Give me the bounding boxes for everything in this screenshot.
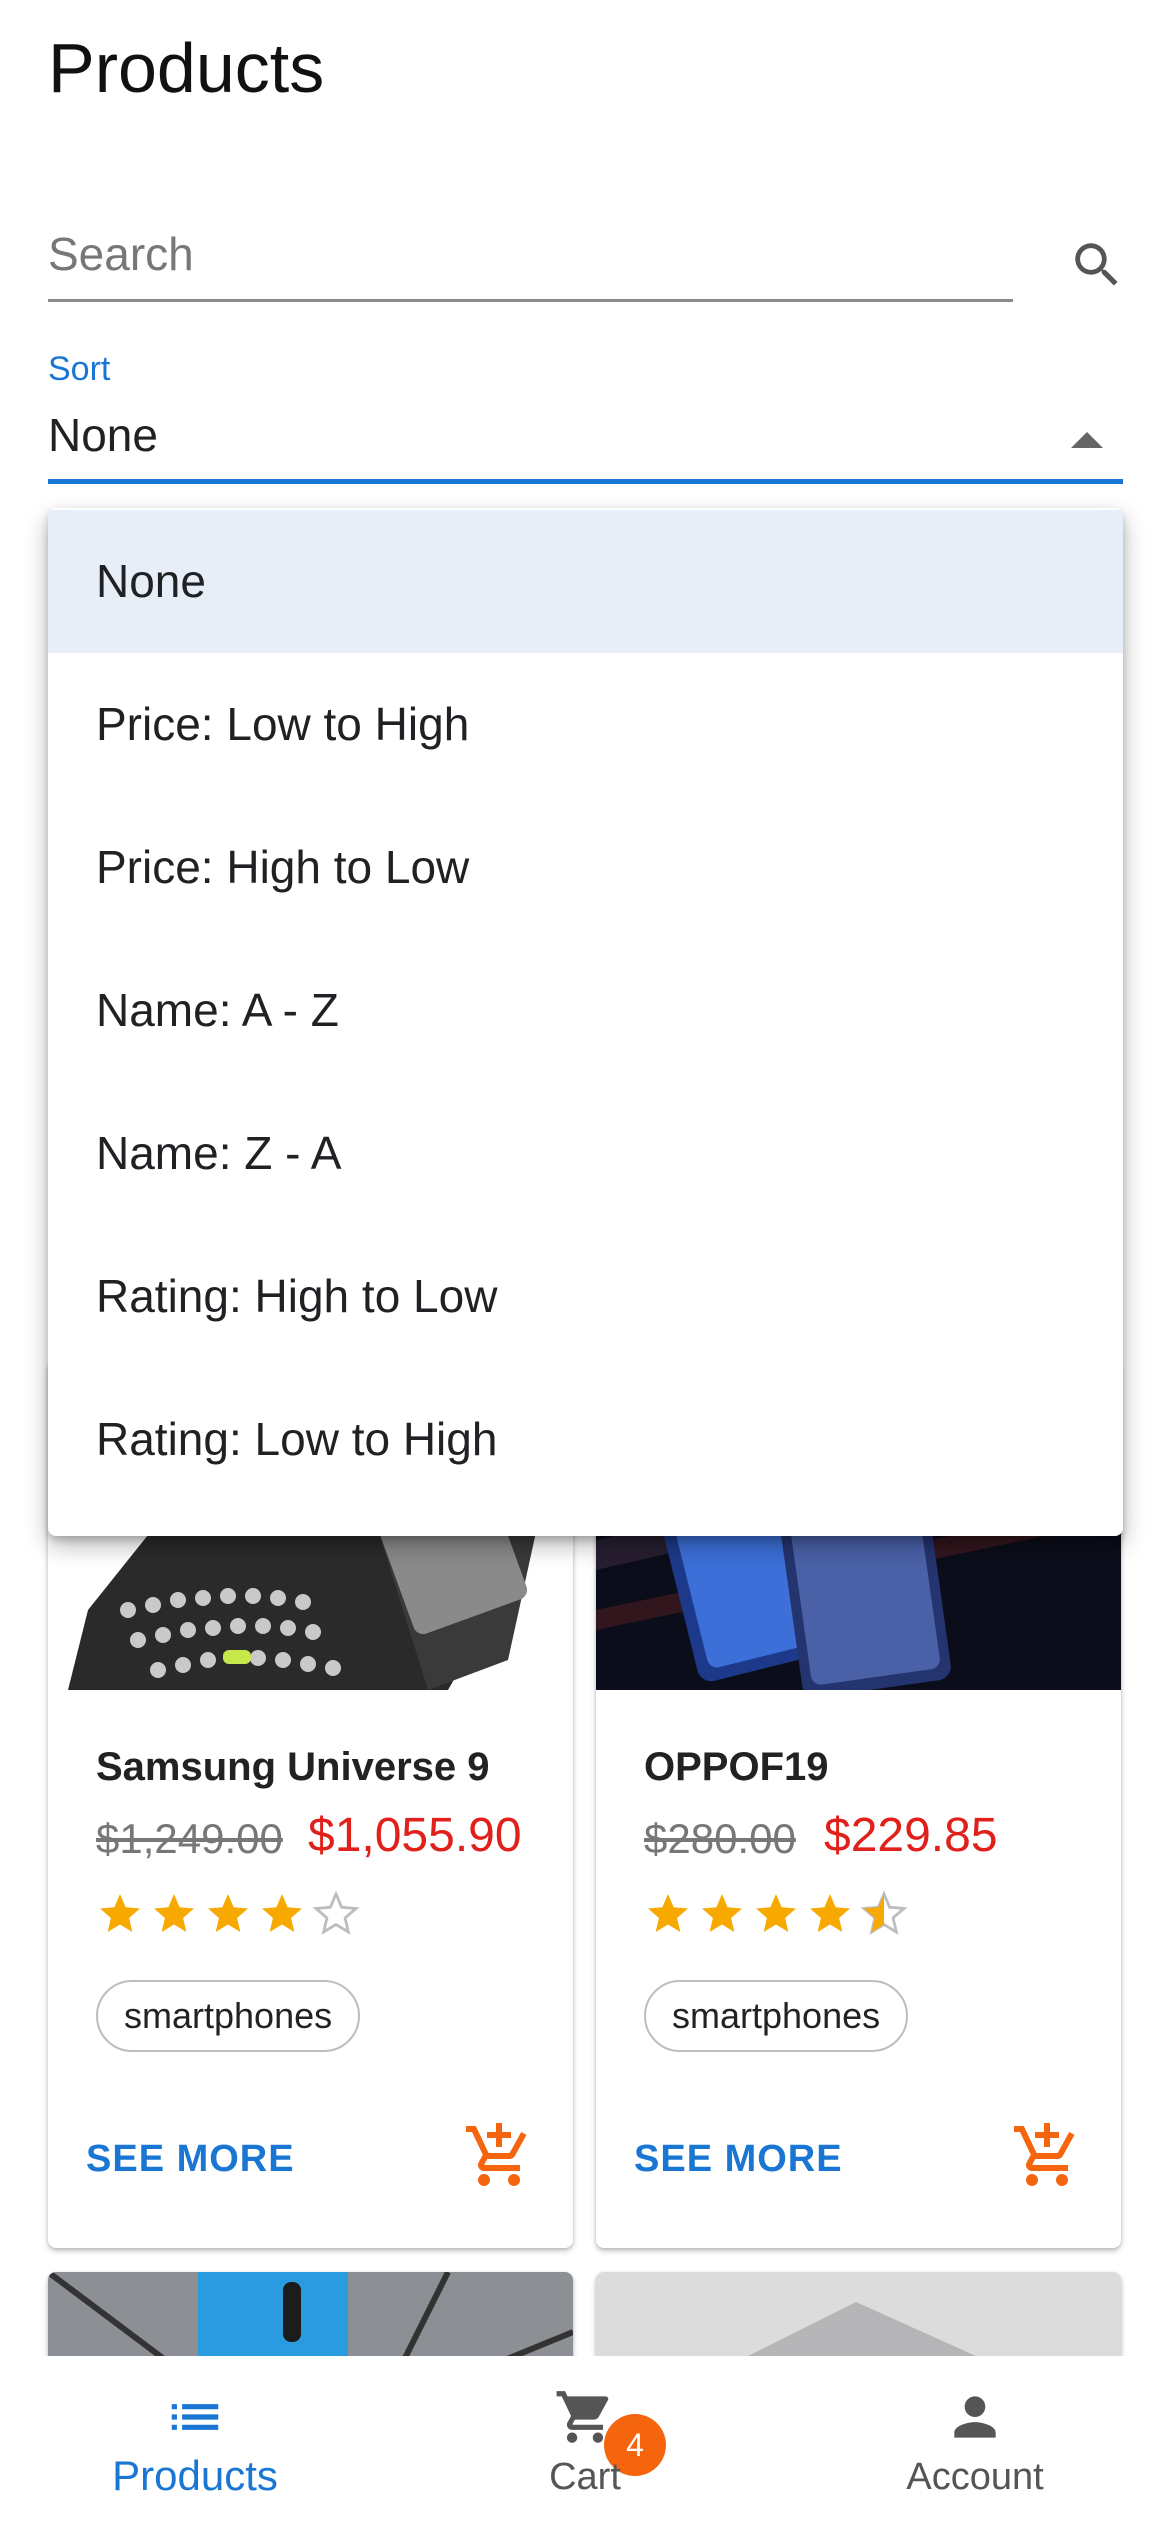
sort-option-rating-high-low[interactable]: Rating: High to Low — [48, 1225, 1123, 1368]
category-chip[interactable]: smartphones — [644, 1980, 909, 2052]
page-title: Products — [48, 29, 325, 107]
product-old-price: $1,249.00 — [96, 1815, 283, 1862]
add-to-cart-icon[interactable] — [463, 2120, 535, 2192]
star-icon — [100, 1894, 140, 1932]
rating-stars — [644, 1890, 908, 1950]
sort-select[interactable]: None — [48, 392, 1123, 484]
nav-cart[interactable]: 4 Cart — [390, 2356, 780, 2532]
nav-products-label: Products — [112, 2452, 278, 2499]
nav-account[interactable]: Account — [780, 2356, 1170, 2532]
star-half-icon — [860, 1890, 908, 1935]
nav-cart-label: Cart — [549, 2456, 621, 2498]
star-icon — [702, 1894, 742, 1932]
see-more-button[interactable]: SEE MORE — [86, 2138, 295, 2181]
sort-option-rating-low-high[interactable]: Rating: Low to High — [48, 1368, 1123, 1511]
rating-stars — [96, 1890, 360, 1950]
star-icon — [154, 1894, 194, 1932]
list-icon — [171, 2404, 219, 2430]
product-old-price: $280.00 — [644, 1815, 796, 1862]
sort-option-name-z-a[interactable]: Name: Z - A — [48, 1082, 1123, 1225]
search-input[interactable] — [48, 210, 1013, 298]
star-icon — [756, 1894, 796, 1932]
sort-option-none[interactable]: None — [48, 510, 1123, 653]
sort-dropdown-menu: None Price: Low to High Price: High to L… — [48, 508, 1123, 1536]
see-more-button[interactable]: SEE MORE — [634, 2138, 843, 2181]
category-chip[interactable]: smartphones — [96, 1980, 361, 2052]
star-icon — [262, 1894, 302, 1932]
product-price: $229.85 — [824, 1809, 998, 1862]
search-icon[interactable] — [1068, 236, 1126, 294]
bottom-navigation: Products 4 Cart Account — [0, 2356, 1170, 2532]
sort-option-name-a-z[interactable]: Name: A - Z — [48, 939, 1123, 1082]
add-to-cart-icon[interactable] — [1011, 2120, 1083, 2192]
nav-products[interactable]: Products — [0, 2356, 390, 2532]
product-price: $1,055.90 — [308, 1809, 522, 1862]
sort-label: Sort — [48, 350, 111, 388]
nav-account-label: Account — [906, 2456, 1044, 2498]
product-name: Samsung Universe 9 — [96, 1745, 490, 1789]
star-outline-icon — [312, 1890, 360, 1935]
sort-selected-value: None — [48, 409, 158, 461]
sort-option-price-high-low[interactable]: Price: High to Low — [48, 796, 1123, 939]
star-icon — [648, 1894, 688, 1932]
products-page: Products Sort None — [0, 0, 1170, 2532]
star-icon — [810, 1894, 850, 1932]
search-field[interactable] — [48, 210, 1013, 302]
product-name: OPPOF19 — [644, 1745, 829, 1789]
chevron-up-icon — [1071, 432, 1103, 448]
person-icon — [954, 2396, 996, 2438]
sort-option-price-low-high[interactable]: Price: Low to High — [48, 653, 1123, 796]
star-icon — [208, 1894, 248, 1932]
